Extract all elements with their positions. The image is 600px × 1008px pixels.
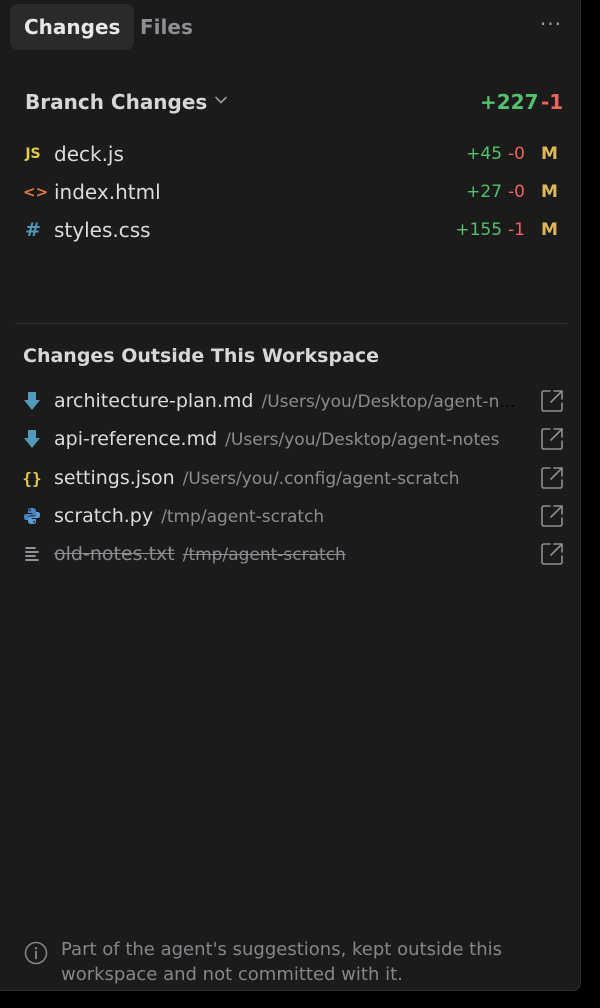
more-options-icon[interactable]: ··· bbox=[540, 12, 562, 36]
changed-file-row[interactable]: JS deck.js +45 -0 M bbox=[0, 135, 580, 173]
file-path: /tmp/agent-scratch bbox=[182, 545, 346, 565]
html-icon: <> bbox=[23, 183, 49, 201]
open-external-icon[interactable] bbox=[540, 427, 564, 451]
file-name: styles.css bbox=[54, 218, 151, 242]
tab-changes[interactable]: Changes bbox=[10, 4, 135, 50]
line-counts: +155 -1 bbox=[455, 211, 525, 249]
css-icon: # bbox=[25, 219, 41, 241]
outside-workspace-title: Changes Outside This Workspace bbox=[23, 345, 380, 367]
text-file-icon bbox=[21, 535, 43, 573]
file-name: settings.json bbox=[54, 467, 175, 489]
file-path: /Users/you/.config/agent-scratch bbox=[182, 469, 460, 489]
json-icon: {} bbox=[22, 468, 42, 488]
chevron-down-icon[interactable] bbox=[214, 93, 228, 107]
file-path: /Users/you/Desktop/agent-notes bbox=[225, 430, 500, 450]
file-additions: +45 bbox=[466, 144, 503, 164]
file-additions: +155 bbox=[455, 220, 503, 240]
markdown-icon bbox=[21, 420, 43, 458]
outside-file-row[interactable]: api-reference.md/Users/you/Desktop/agent… bbox=[0, 420, 580, 458]
changed-file-row[interactable]: <> index.html +27 -0 M bbox=[0, 173, 580, 211]
file-name: old-notes.txt bbox=[54, 543, 175, 565]
file-deletions: -0 bbox=[508, 144, 525, 164]
outside-file-row[interactable]: architecture-plan.md/Users/you/Desktop/a… bbox=[0, 382, 580, 420]
file-name: index.html bbox=[54, 180, 161, 204]
file-path: /Users/you/Desktop/agent-notes bbox=[261, 392, 522, 412]
section-divider bbox=[15, 323, 567, 324]
file-deletions: -1 bbox=[508, 220, 525, 240]
outside-file-row[interactable]: {} settings.json/Users/you/.config/agent… bbox=[0, 459, 580, 497]
file-name: architecture-plan.md bbox=[54, 390, 254, 412]
file-status-badge: M bbox=[541, 220, 558, 240]
line-counts: +27 -0 bbox=[466, 173, 525, 211]
source-control-panel: Changes Files ··· Branch Changes +227 -1… bbox=[0, 0, 581, 991]
file-name: scratch.py bbox=[54, 505, 154, 527]
line-counts: +45 -0 bbox=[466, 135, 525, 173]
info-text: Part of the agent's suggestions, kept ou… bbox=[61, 939, 503, 985]
file-deletions: -0 bbox=[508, 182, 525, 202]
info-icon bbox=[24, 941, 48, 965]
file-name: deck.js bbox=[54, 142, 124, 166]
branch-deletions: -1 bbox=[541, 90, 564, 114]
markdown-icon bbox=[21, 382, 43, 420]
file-status-badge: M bbox=[541, 144, 558, 164]
changed-file-row[interactable]: # styles.css +155 -1 M bbox=[0, 211, 580, 249]
file-status-badge: M bbox=[541, 182, 558, 202]
branch-additions: +227 bbox=[480, 90, 539, 114]
outside-file-row[interactable]: scratch.py/tmp/agent-scratch bbox=[0, 497, 580, 535]
python-icon bbox=[21, 497, 43, 535]
file-name: api-reference.md bbox=[54, 428, 218, 450]
javascript-icon: JS bbox=[25, 146, 41, 162]
info-footer: Part of the agent's suggestions, kept ou… bbox=[0, 935, 580, 990]
file-additions: +27 bbox=[466, 182, 503, 202]
file-path: /tmp/agent-scratch bbox=[161, 507, 325, 527]
open-external-icon[interactable] bbox=[540, 466, 564, 490]
open-external-icon[interactable] bbox=[540, 542, 564, 566]
tab-files[interactable]: Files bbox=[140, 4, 193, 50]
open-external-icon[interactable] bbox=[540, 504, 564, 528]
outside-file-row[interactable]: old-notes.txt/tmp/agent-scratch bbox=[0, 535, 580, 573]
open-external-icon[interactable] bbox=[540, 389, 564, 413]
tab-bar: Changes Files ··· bbox=[0, 0, 580, 58]
branch-changes-title[interactable]: Branch Changes bbox=[25, 90, 207, 114]
